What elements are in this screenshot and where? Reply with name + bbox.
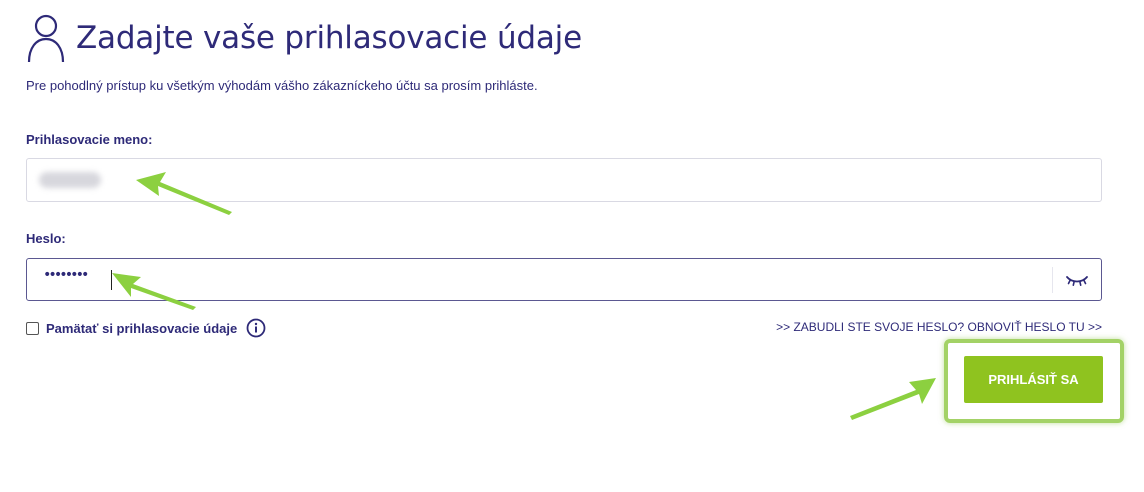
user-icon (27, 14, 65, 63)
username-input[interactable] (26, 158, 1102, 202)
text-caret (111, 270, 112, 290)
header: Zadajte vaše prihlasovacie údaje (26, 12, 582, 64)
page-title: Zadajte vaše prihlasovacie údaje (76, 20, 582, 56)
remember-checkbox[interactable] (26, 321, 39, 335)
remember-me: Pamätať si prihlasovacie údaje (26, 318, 266, 338)
page-subtitle: Pre pohodlný prístup ku všetkým výhodám … (26, 78, 538, 93)
password-label: Heslo: (26, 231, 66, 246)
password-input[interactable]: •••••••• (26, 258, 1102, 301)
username-blurred-value (39, 172, 101, 188)
eye-divider (1052, 267, 1053, 293)
login-button[interactable]: PRIHLÁSIŤ SA (964, 356, 1103, 403)
password-value: •••••••• (43, 267, 89, 283)
eye-closed-icon[interactable] (1065, 271, 1089, 289)
remember-label[interactable]: Pamätať si prihlasovacie údaje (46, 321, 237, 336)
login-page: Zadajte vaše prihlasovacie údaje Pre poh… (0, 0, 1144, 492)
username-label: Prihlasovacie meno: (26, 132, 153, 147)
info-icon[interactable] (246, 318, 266, 338)
forgot-password-link[interactable]: >> ZABUDLI STE SVOJE HESLO? OBNOVIŤ HESL… (776, 320, 1102, 334)
arrow-to-login-button (850, 378, 936, 420)
